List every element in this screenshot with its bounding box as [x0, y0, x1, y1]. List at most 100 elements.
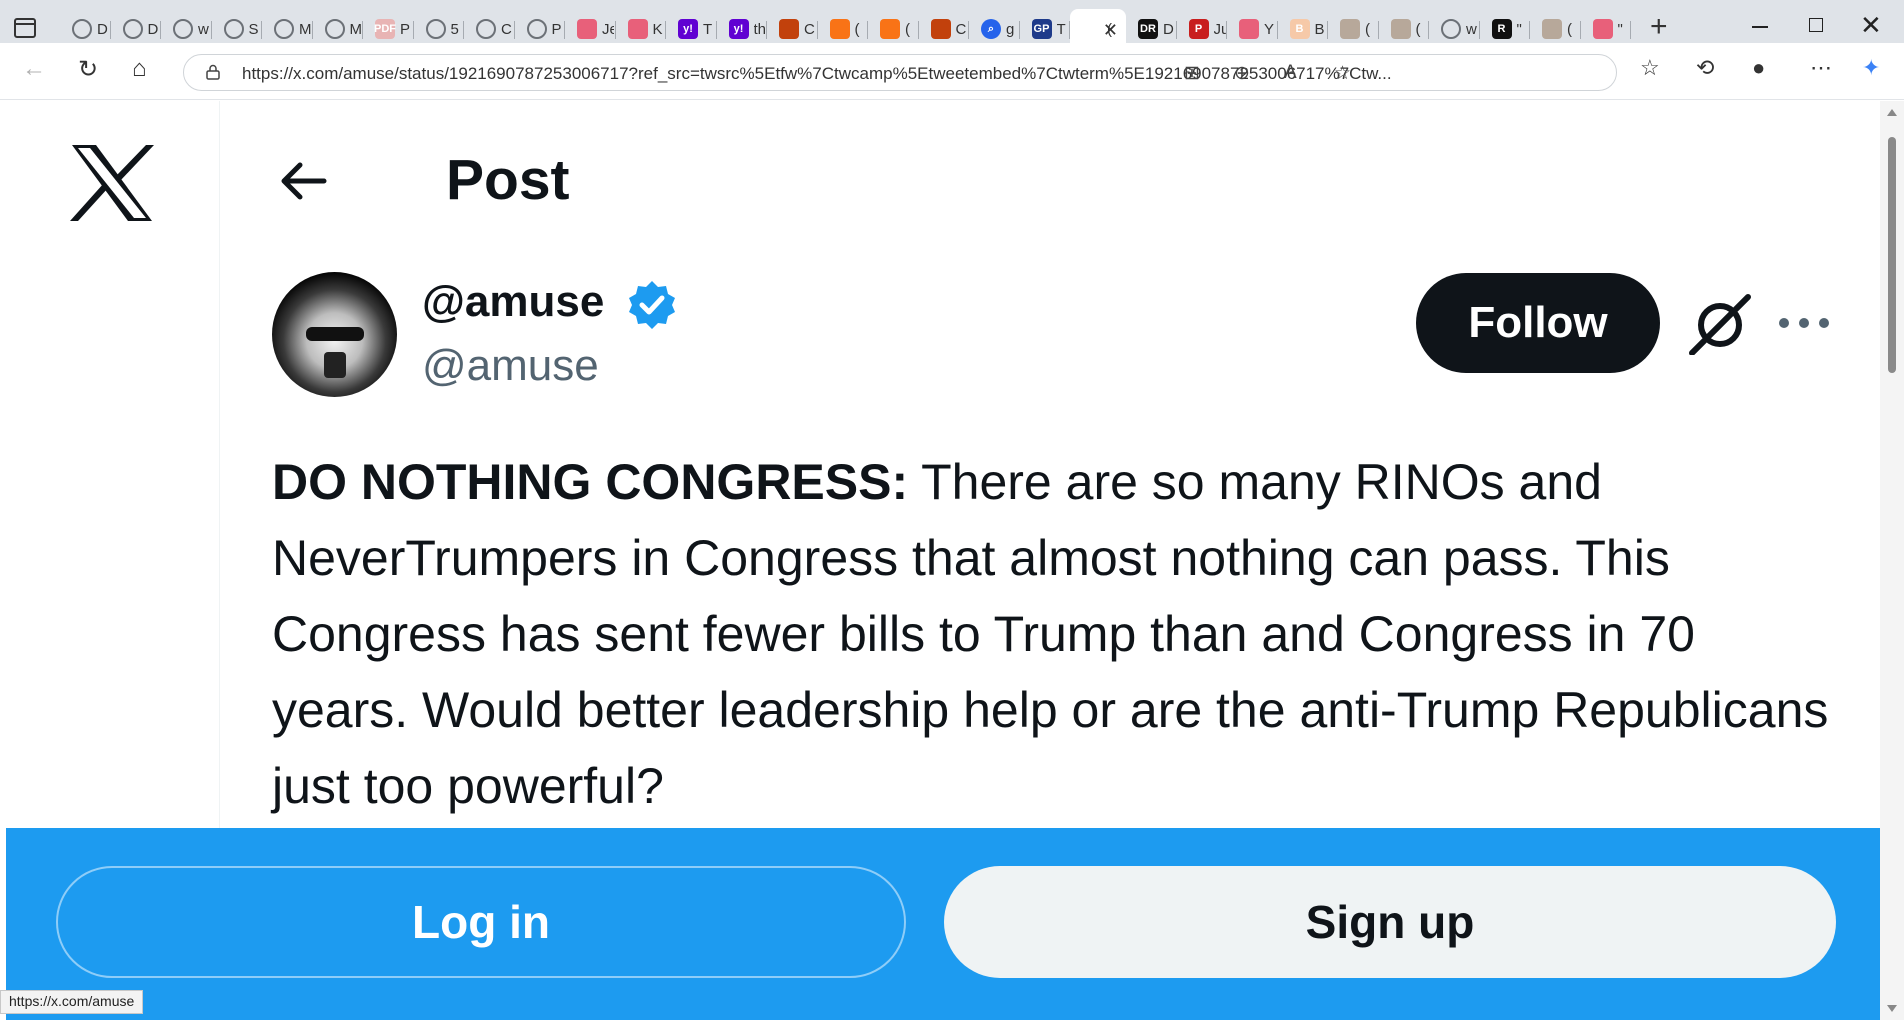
browser-tab-label: th: [753, 20, 766, 38]
url-text[interactable]: https://x.com/amuse/status/1921690787253…: [242, 64, 1392, 84]
read-aloud-icon[interactable]: A: [1284, 62, 1297, 84]
youtube-icon: [1239, 19, 1259, 39]
photo-icon: [1340, 19, 1360, 39]
p-icon: P: [1188, 19, 1209, 39]
login-button[interactable]: Log in: [56, 866, 906, 978]
gp-icon: GP: [1031, 19, 1052, 39]
search-icon: ⌕: [981, 19, 1001, 39]
browser-tab-label: M: [299, 20, 311, 38]
tab-actions-icon[interactable]: [14, 18, 36, 38]
browser-tab-label: D: [97, 20, 108, 38]
globe-icon: [122, 19, 143, 39]
browser-tab-label: Y: [1264, 20, 1275, 38]
lock-icon[interactable]: [206, 64, 220, 80]
back-icon[interactable]: ←: [22, 55, 46, 83]
globe-icon: [223, 19, 244, 39]
site-icon: [930, 19, 951, 39]
more-options-icon[interactable]: [1776, 311, 1832, 335]
browser-tab-label: P: [400, 20, 411, 38]
history-icon[interactable]: ⟲: [1696, 55, 1714, 81]
r-icon: R: [1491, 19, 1512, 39]
copilot-icon[interactable]: ✦: [1862, 55, 1880, 81]
close-tab-icon[interactable]: ✕: [1103, 20, 1118, 41]
site-icon: [779, 19, 799, 39]
blocked-globe-icon: [1441, 19, 1461, 39]
browser-tab-label: D: [1163, 20, 1174, 38]
globe-icon: [72, 19, 92, 39]
pdf-icon: PDF: [374, 19, 396, 39]
new-tab-button[interactable]: +: [1650, 12, 1668, 42]
signup-button[interactable]: Sign up: [944, 866, 1836, 978]
browser-tab-label: g: [1006, 20, 1015, 38]
avatar[interactable]: [272, 272, 397, 397]
tweet-lead: DO NOTHING CONGRESS:: [272, 454, 909, 510]
youtube-icon: [1592, 19, 1613, 39]
scroll-down-icon[interactable]: [1887, 1005, 1897, 1012]
browser-tab-label: Ju: [1213, 20, 1226, 38]
back-arrow-icon[interactable]: [278, 156, 328, 206]
browser-tab-label: Je: [602, 20, 614, 38]
browser-tab-label: w: [198, 20, 209, 38]
youtube-icon: [577, 19, 597, 39]
author-display-name[interactable]: @amuse: [422, 277, 604, 327]
browser-tab-label: T: [1056, 20, 1066, 38]
follow-button[interactable]: Follow: [1416, 273, 1660, 373]
scroll-up-icon[interactable]: [1887, 109, 1897, 116]
yahoo-icon: y!: [728, 19, 749, 39]
globe-icon: [425, 19, 446, 39]
browser-tab-label: C: [804, 20, 815, 38]
address-bar[interactable]: https://x.com/amuse/status/1921690787253…: [183, 54, 1617, 91]
grok-icon[interactable]: [1688, 291, 1752, 355]
bookmark-icon: [880, 19, 900, 39]
maximize-button[interactable]: [1809, 18, 1823, 32]
scroll-thumb[interactable]: [1888, 137, 1896, 373]
profile-avatar-icon[interactable]: ●: [1752, 55, 1765, 81]
refresh-icon[interactable]: ↻: [78, 55, 98, 84]
youtube-icon: [627, 19, 648, 39]
browser-tab-label: S: [248, 20, 259, 38]
browser-toolbar: ← ↻ ⌂ https://x.com/amuse/status/1921690…: [0, 43, 1904, 100]
author-handle[interactable]: @amuse: [422, 341, 599, 391]
bookmark-icon: [829, 19, 850, 39]
favorites-icon[interactable]: ☆: [1640, 55, 1660, 81]
globe-icon: [324, 19, 345, 39]
browser-tab-label: ": [1617, 20, 1623, 38]
browser-tab-label: (: [1365, 20, 1370, 38]
dr-icon: DR: [1138, 19, 1158, 39]
favorite-star-icon[interactable]: ☆: [1334, 62, 1351, 85]
browser-tab-label: T: [703, 20, 713, 38]
browser-tab-label: B: [1314, 20, 1325, 38]
browser-tab-label: C: [501, 20, 512, 38]
browser-tab-label: (: [1567, 20, 1572, 38]
globe-icon: [274, 19, 294, 39]
browser-tab-label: w: [1466, 20, 1477, 38]
more-menu-icon[interactable]: ⋯: [1810, 55, 1832, 81]
login-prompt-bar: Log in Sign up: [6, 828, 1880, 1020]
photo-icon: [1542, 19, 1562, 39]
verified-badge-icon[interactable]: [626, 279, 678, 331]
b-icon: B: [1289, 19, 1310, 39]
zoom-icon[interactable]: ⊕: [1234, 62, 1250, 85]
browser-tab-label: (: [1415, 20, 1421, 38]
close-window-button[interactable]: ✕: [1860, 10, 1882, 41]
home-icon[interactable]: ⌂: [132, 55, 147, 83]
browser-tab-label: ": [1516, 20, 1522, 38]
app-available-icon[interactable]: ⊞: [1184, 62, 1200, 85]
blocked-globe-icon: [173, 19, 193, 39]
yahoo-icon: y!: [678, 19, 698, 39]
browser-tab-label: K: [652, 20, 663, 38]
page-viewport: Post @amuse @amuse Follow DO NOTHING CON…: [6, 101, 1880, 1020]
browser-tab-label: M: [349, 20, 362, 38]
vertical-scrollbar[interactable]: [1880, 101, 1904, 1020]
browser-tab-label: (: [854, 20, 860, 38]
browser-tab-label: (: [905, 20, 910, 38]
browser-tab-label: C: [955, 20, 967, 38]
x-logo-icon[interactable]: [70, 145, 154, 221]
page-title: Post: [446, 148, 570, 212]
minimize-button[interactable]: [1752, 26, 1768, 28]
status-bar-url: https://x.com/amuse: [0, 990, 144, 1014]
globe-icon: [526, 19, 547, 39]
globe-icon: [476, 19, 496, 39]
browser-tab-label: P: [551, 20, 562, 38]
x-icon: [1082, 19, 1102, 39]
